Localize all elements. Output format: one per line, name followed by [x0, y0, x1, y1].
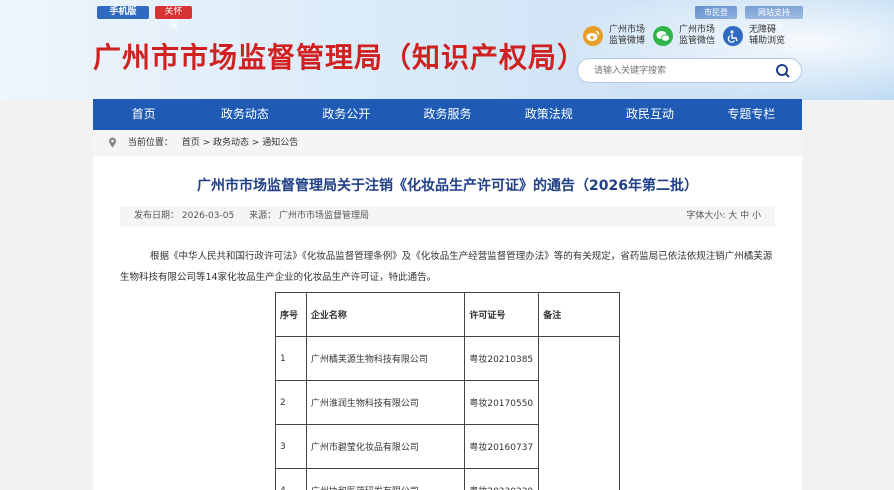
- header-company: 企业名称: [305, 292, 466, 337]
- main-nav: 首页 政务动态 政务公开 政务服务 政策法规 政民互动 专题专栏: [93, 99, 802, 130]
- cell-company: 广州淮润生物科技有限公司: [305, 380, 466, 425]
- cell-license: 粤妆20160737: [464, 424, 540, 469]
- cell-company: 广州市碧莹化妆品有限公司: [305, 424, 466, 469]
- nav-item-interaction[interactable]: 政民互动: [599, 99, 700, 130]
- ipv6-badge: 网站支持IPV6: [745, 6, 803, 30]
- main-content: 当前位置： 首页 > 政务动态 > 通知公告 广州市市场监督管理局关于注销《化妆…: [93, 130, 802, 490]
- weibo-link[interactable]: 广州市场 监管微博: [583, 25, 645, 47]
- font-size-controls[interactable]: 字体大小: 大 中 小: [686, 206, 761, 227]
- header-license: 许可证号: [464, 292, 540, 337]
- breadcrumb-path[interactable]: 首页 > 政务动态 > 通知公告: [182, 138, 299, 148]
- nav-item-home[interactable]: 首页: [93, 99, 194, 130]
- search-icon[interactable]: [775, 63, 791, 79]
- wechat-label-line2: 监管微信: [679, 36, 716, 46]
- article-meta: 发布日期： 2026-03-05 来源： 广州市市场监督管理局 字体大小: 大 …: [120, 206, 775, 227]
- nav-item-services[interactable]: 政务服务: [397, 99, 498, 130]
- source-label: 来源：: [249, 211, 277, 221]
- accessibility-link[interactable]: 无障碍 辅助浏览: [723, 25, 785, 47]
- nav-item-policies[interactable]: 政策法规: [498, 99, 599, 130]
- wechat-icon: [653, 26, 673, 46]
- article-title: 广州市市场监督管理局关于注销《化妆品生产许可证》的通告（2026年第二批）: [197, 178, 698, 194]
- cell-company: 广州橘芙源生物科技有限公司: [305, 336, 466, 381]
- search-input[interactable]: [594, 64, 764, 78]
- license-table: 序号 企业名称 许可证号 备注 1 广州橘芙源生物科技有限公司 粤妆202103…: [275, 292, 620, 490]
- cell-index: 4: [275, 468, 307, 490]
- wheelchair-icon: [723, 26, 743, 46]
- article-body: 根据《中华人民共和国行政许可法》《化妆品监督管理条例》及《化妆品生产经营监督管理…: [120, 251, 773, 283]
- table-row: 1 广州橘芙源生物科技有限公司 粤妆20210385: [275, 336, 620, 490]
- header-index: 序号: [275, 292, 307, 337]
- nav-item-topics[interactable]: 专题专栏: [701, 99, 802, 130]
- publish-date: 2026-03-05: [181, 211, 235, 221]
- location-pin-icon: [109, 137, 116, 148]
- source-value: 广州市市场监督管理局: [278, 211, 369, 221]
- weibo-label-line2: 监管微博: [609, 36, 646, 46]
- site-header: 手机版 关怀版 市民登录 网站支持IPV6 广州市市场监督管理局（知识产权局） …: [0, 0, 894, 100]
- date-label: 发布日期：: [134, 211, 180, 221]
- cell-index: 2: [275, 380, 307, 425]
- header-remark: 备注: [538, 292, 620, 337]
- weibo-label-line1: 广州市场: [609, 25, 646, 35]
- cell-remark: [538, 336, 620, 490]
- accessibility-label-line2: 辅助浏览: [749, 36, 786, 46]
- cell-license: 粤妆20230220: [464, 468, 540, 490]
- search-box: [577, 58, 802, 83]
- nav-item-news[interactable]: 政务动态: [194, 99, 295, 130]
- cell-index: 3: [275, 424, 307, 469]
- cell-license: 粤妆20210385: [464, 336, 540, 381]
- weibo-icon: [583, 26, 603, 46]
- nav-item-disclosure[interactable]: 政务公开: [296, 99, 397, 130]
- mobile-version-button[interactable]: 手机版: [97, 6, 149, 19]
- cell-license: 粤妆20170550: [464, 380, 540, 425]
- breadcrumb-prefix: 当前位置：: [127, 138, 173, 148]
- site-title: 广州市市场监督管理局（知识产权局）: [93, 41, 587, 74]
- accessibility-label-line1: 无障碍: [749, 25, 777, 35]
- wechat-link[interactable]: 广州市场 监管微信: [653, 25, 715, 47]
- citizen-login-button[interactable]: 市民登录: [695, 6, 737, 30]
- table-header-row: 序号 企业名称 许可证号 备注: [275, 292, 620, 337]
- cell-company: 广州协和医药研发有限公司: [305, 468, 466, 490]
- care-version-button[interactable]: 关怀版: [155, 6, 192, 30]
- wechat-label-line1: 广州市场: [679, 25, 716, 35]
- breadcrumb: 当前位置： 首页 > 政务动态 > 通知公告: [93, 130, 802, 156]
- cell-index: 1: [275, 336, 307, 381]
